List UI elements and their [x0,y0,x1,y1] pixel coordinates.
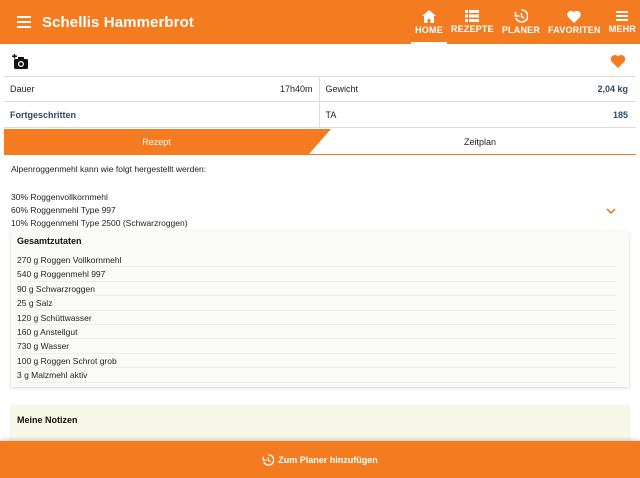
tab-zeitplan[interactable]: Zeitplan [324,129,636,155]
app-title: Schellis Hammerbrot [42,13,194,31]
recipe-toolbar [0,44,640,76]
add-to-planner-button[interactable]: Zum Planer hinzufügen [0,441,640,478]
info-row: Fortgeschritten TA 185 [4,102,636,128]
favorite-button[interactable] [610,54,626,70]
duration-cell: Dauer 17h40m [4,77,320,101]
list-item: 270 g Roggen Vollkornmehl [17,253,617,268]
nav-mehr-label: MEHR [608,24,636,34]
nav-favoriten[interactable]: FAVORITEN [544,0,605,44]
heart-icon [567,10,582,23]
tab-rezept[interactable]: Rezept [4,129,331,155]
recipe-info-grid: Dauer 17h40m Gewicht 2,04 kg Fortgeschri… [4,76,636,128]
list-item: 90 g Schwarzroggen [17,282,617,297]
add-to-planner-label: Zum Planer hinzufügen [278,454,378,465]
add-photo-button[interactable] [12,54,30,70]
chevron-down-icon [606,208,616,215]
list-item: 25 g Salz [17,296,617,311]
recipe-tabs: Rezept Zeitplan [4,129,636,155]
nav-home-label: HOME [415,24,443,35]
history-clock-icon [514,9,528,23]
description-intro: Alpenroggenmehl kann wie folgt hergestel… [11,164,207,174]
nav-rezepte[interactable]: REZEPTE [447,0,498,44]
app-bar: Schellis Hammerbrot HOME REZEPTE PLANER … [0,0,640,44]
list-item: 160 g Anstellgut [17,325,617,340]
level-cell: Fortgeschritten [4,102,320,127]
list-item: 3 g Malzmehl aktiv [17,368,617,383]
more-icon [616,11,629,21]
home-icon [422,9,437,23]
nav-mehr[interactable]: MEHR [605,0,640,44]
menu-button[interactable] [8,0,40,44]
add-photo-camera-icon [12,54,28,69]
expand-description-button[interactable] [606,202,618,215]
description-line: 30% Roggenvollkornmehl [11,192,108,202]
weight-label: Gewicht [325,84,359,94]
ta-cell: TA 185 [320,102,637,127]
ingredients-card: Gesamtzutaten 270 g Roggen Vollkornmehl … [11,231,629,387]
nav-favoriten-label: FAVORITEN [548,24,601,35]
hamburger-menu-icon [17,16,31,28]
heart-icon [610,54,626,68]
difficulty-level: Fortgeschritten [10,109,77,120]
info-row: Dauer 17h40m Gewicht 2,04 kg [4,76,636,102]
ta-value: 185 [612,109,628,120]
duration-label: Dauer [10,84,35,94]
ingredients-title: Gesamtzutaten [17,236,82,246]
nav-home[interactable]: HOME [411,0,447,44]
list-item: 120 g Schüttwasser [17,311,617,325]
notes-card[interactable]: Meine Notizen [11,405,629,445]
duration-value: 17h40m [279,84,313,94]
list-icon [465,10,480,22]
nav-rezepte-label: REZEPTE [450,24,494,34]
description-line: 10% Roggenmehl Type 2500 (Schwarzroggen) [11,218,188,228]
history-clock-icon [262,453,275,466]
list-item: 730 g Wasser [17,339,617,354]
nav-planer[interactable]: PLANER [498,0,544,44]
list-item: 540 g Roggenmehl 997 [17,267,617,282]
nav-planer-label: PLANER [501,25,541,35]
description-line: 60% Roggenmehl Type 997 [11,205,116,215]
weight-value: 2,04 kg [597,84,628,94]
recipe-description: Alpenroggenmehl kann wie folgt hergestel… [11,163,601,230]
notes-title: Meine Notizen [17,415,78,425]
app-root: Schellis Hammerbrot HOME REZEPTE PLANER … [0,0,640,478]
list-item: 100 g Roggen Schrot grob [17,354,617,369]
weight-cell: Gewicht 2,04 kg [320,77,637,101]
ta-label: TA [325,109,337,120]
top-nav: HOME REZEPTE PLANER FAVORITEN MEHR [411,0,640,44]
ingredients-list: 270 g Roggen Vollkornmehl 540 g Roggenme… [17,253,617,383]
